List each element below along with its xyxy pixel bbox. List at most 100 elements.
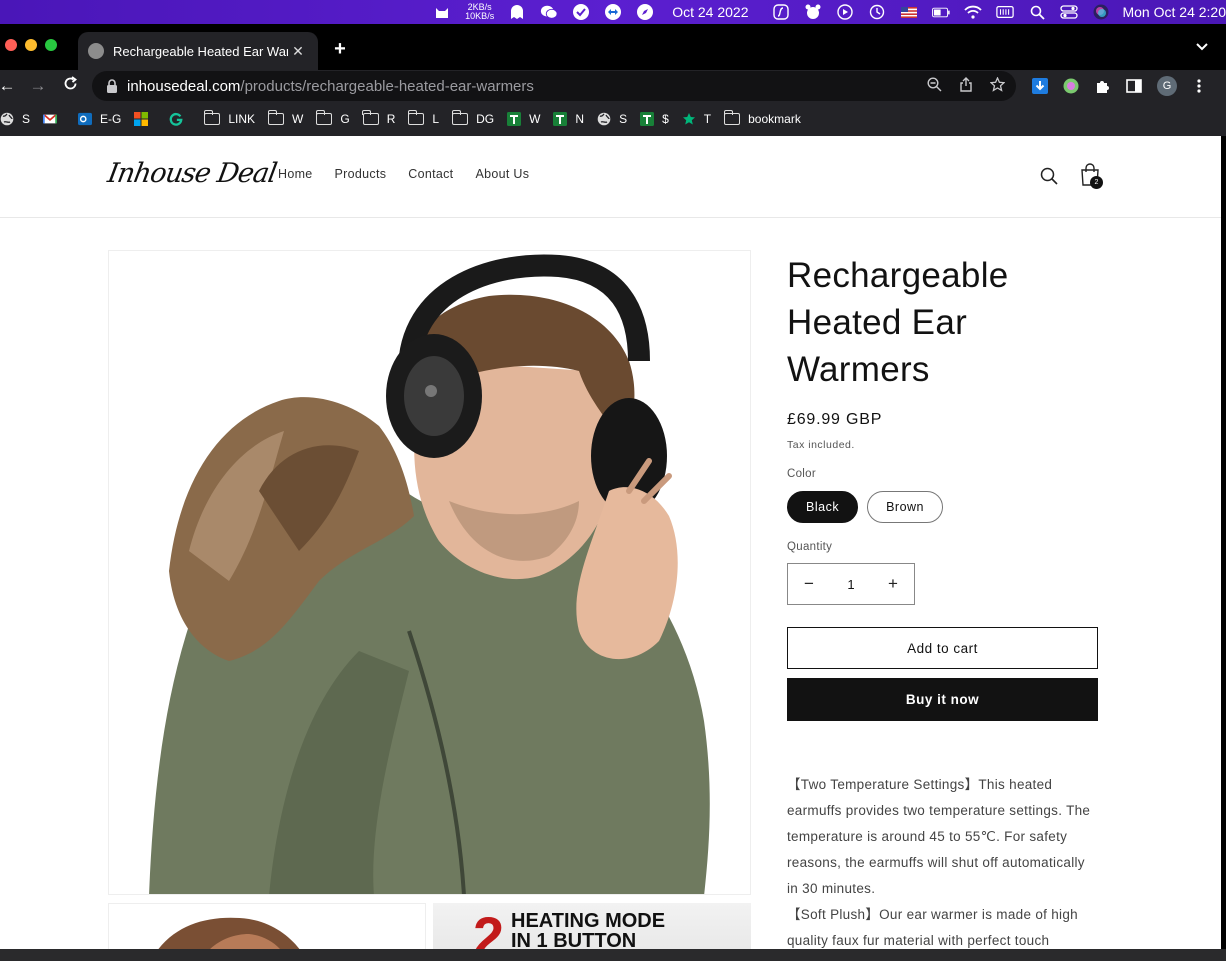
side-panel-icon[interactable] [1124,76,1144,96]
close-tab-icon[interactable]: ✕ [288,43,308,60]
bookmark-item[interactable]: bookmark [723,110,801,126]
bookmark-label: G [340,112,350,126]
nav-products[interactable]: Products [335,167,387,181]
color-options: Black Brown [787,491,952,523]
wechat-icon[interactable] [540,3,558,21]
dock-edge [0,949,1226,961]
quantity-decrease-button[interactable]: − [788,574,830,594]
bookmark-item[interactable] [169,112,191,126]
play-icon[interactable] [836,3,854,21]
bookmark-label: S [22,112,31,126]
thumbnail-heating-line2: IN 1 BUTTON [511,930,637,949]
bookmark-label: $ [662,112,669,126]
zoom-window-button[interactable] [45,39,57,51]
bookmark-item[interactable]: L [407,110,439,126]
wifi-icon[interactable] [964,3,983,21]
bookmark-item[interactable]: E-G [78,112,121,126]
control-center-icon[interactable] [1060,3,1079,21]
tab-search-chevron-icon[interactable] [1196,40,1208,54]
bookmark-item[interactable]: $ [640,112,669,126]
bookmark-item[interactable]: T [682,112,711,126]
script-icon[interactable] [772,3,790,21]
quantity-input[interactable]: 1 [830,577,872,592]
new-tab-button[interactable]: + [330,38,350,61]
us-flag-icon[interactable] [900,3,918,21]
cart-count-badge: 2 [1090,176,1103,189]
menubar-date[interactable]: Oct 24 2022 [672,0,748,24]
spotlight-icon[interactable] [1028,3,1046,21]
extension-circle-icon[interactable] [1061,76,1081,96]
nav-contact[interactable]: Contact [408,167,453,181]
product-main-image[interactable] [108,250,751,895]
bookmark-star-icon[interactable] [989,76,1006,95]
outlook-icon [78,112,93,126]
network-speed-monitor[interactable]: 2KB/s 10KB/s [465,0,494,24]
bookmark-label: T [703,112,712,126]
globe-icon [88,43,104,59]
bookmark-label: LINK [228,112,256,126]
bookmark-item[interactable]: W [507,112,540,126]
reload-icon[interactable] [59,75,81,97]
add-to-cart-button[interactable]: Add to cart [787,627,1098,669]
bookmark-item[interactable]: G [315,110,350,126]
product-thumbnail-2[interactable]: 2 HEATING MODE IN 1 BUTTON [433,903,751,949]
bookmark-item[interactable]: R [362,110,395,126]
profile-initial: G [1157,76,1177,96]
chrome-menu-icon[interactable] [1189,76,1209,96]
product-price: £69.99 GBP [787,411,883,428]
bookmark-label: W [529,112,541,126]
product-thumbnail-1[interactable] [108,903,426,949]
site-logo[interactable]: Inhouse Deal [105,158,278,189]
bookmark-item[interactable] [43,112,65,126]
color-option-brown[interactable]: Brown [867,491,944,523]
quantity-increase-button[interactable]: + [872,574,914,594]
nav-about-us[interactable]: About Us [475,167,529,181]
download-extension-icon[interactable] [1030,76,1050,96]
folder-icon [267,110,285,125]
bookmark-item[interactable]: N [553,112,584,126]
keyboard-icon[interactable] [996,3,1015,21]
bookmark-item[interactable]: S [597,112,627,126]
battery-icon[interactable] [932,3,951,21]
cat-icon[interactable] [433,3,451,21]
product-info: Rechargeable Heated Ear Warmers £69.99 G… [787,250,1107,948]
zoom-out-icon[interactable] [927,77,942,95]
macos-menu-bar: 2KB/s 10KB/s Oct 24 2022 Mon Oct 24 2:20 [0,0,1226,24]
back-arrow-icon[interactable]: ← [0,75,18,97]
bookmark-item[interactable]: S [0,112,30,126]
bookmark-item[interactable]: DG [451,110,494,126]
forward-arrow-icon[interactable]: → [27,75,49,97]
teamviewer-icon[interactable] [604,3,622,21]
address-bar[interactable]: inhousedeal.com/products/rechargeable-he… [92,71,1016,101]
buy-it-now-button[interactable]: Buy it now [787,678,1098,721]
bear-icon[interactable] [804,3,822,21]
tax-note: Tax included. [787,439,855,451]
color-option-black[interactable]: Black [787,491,859,523]
folder-icon [723,110,741,125]
check-icon[interactable] [572,3,590,21]
minimize-window-button[interactable] [25,39,37,51]
description-paragraph-1: 【Two Temperature Settings】This heated ea… [787,777,1091,896]
bookmark-label: W [292,112,304,126]
share-icon[interactable] [959,77,973,95]
extensions-puzzle-icon[interactable] [1093,76,1113,96]
history-icon[interactable] [868,3,886,21]
profile-avatar[interactable]: G [1157,76,1177,96]
nav-home[interactable]: Home [278,167,313,181]
thumbnail-heating-text: HEATING MODE IN 1 BUTTON [511,911,665,949]
browser-tab-active[interactable]: Rechargeable Heated Ear Warmers ✕ [78,32,318,70]
close-window-button[interactable] [5,39,17,51]
lock-icon[interactable] [106,79,118,93]
compass-icon[interactable] [636,3,654,21]
browser-tab-strip: Rechargeable Heated Ear Warmers ✕ + [0,24,1226,70]
menubar-clock[interactable]: Mon Oct 24 2:20 [1122,0,1226,24]
grammarly-icon [169,112,183,126]
site-header: Inhouse Deal Home Products Contact About… [0,136,1221,218]
microsoft-icon [134,112,149,126]
siri-icon[interactable] [1092,3,1110,21]
search-icon[interactable] [1040,167,1058,185]
bookmark-item[interactable]: W [267,110,304,126]
bookmark-item[interactable]: LINK [203,110,256,126]
ghost-icon[interactable] [508,3,526,21]
bookmark-item[interactable] [134,112,156,126]
